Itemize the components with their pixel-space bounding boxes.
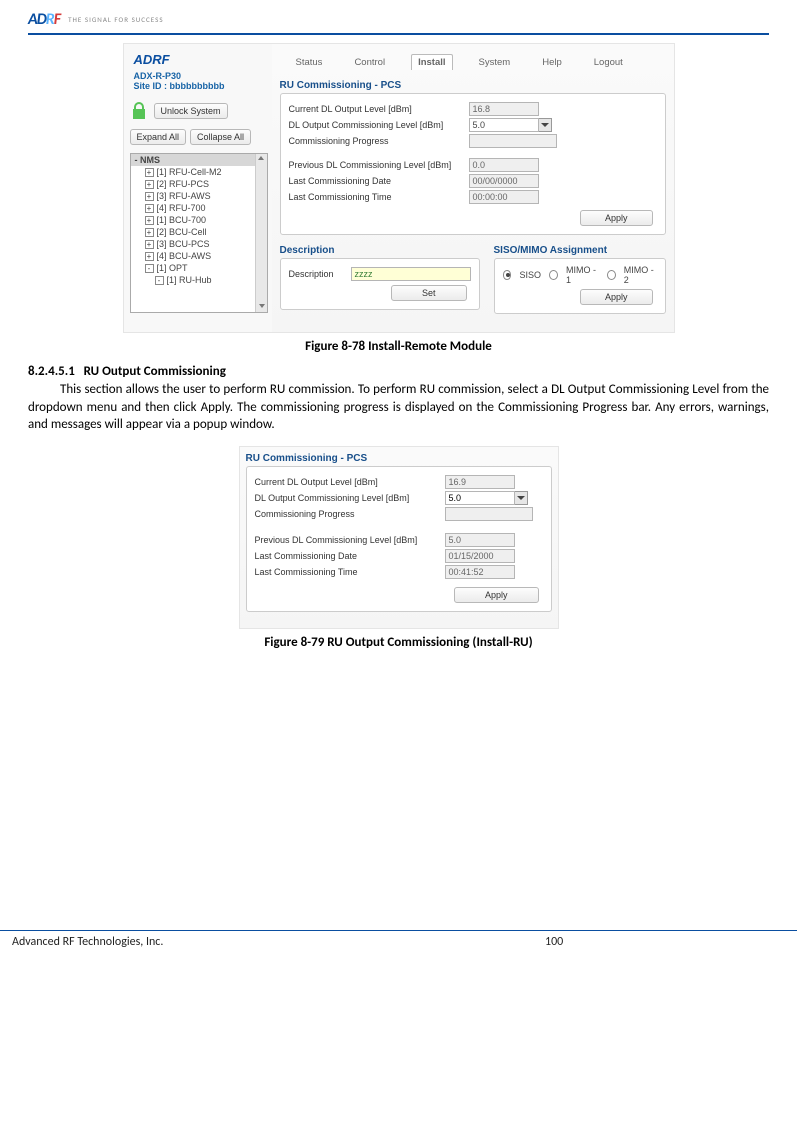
tree-row: +[3] BCU-PCS [131,238,267,250]
label-dl-commission-level: DL Output Commissioning Level [dBm] [255,493,445,503]
set-button[interactable]: Set [391,285,467,301]
expand-all-button[interactable]: Expand All [130,129,187,145]
product-name: ADX-R-P30 [124,71,272,81]
tab-system[interactable]: System [473,55,517,70]
figure-caption-2: Figure 8-79 RU Output Commissioning (Ins… [28,635,769,650]
label-mimo-2: MIMO - 2 [624,265,657,285]
unlock-system-button[interactable]: Unlock System [154,103,228,119]
panel-title: RU Commissioning - PCS [280,78,666,93]
tab-status[interactable]: Status [290,55,329,70]
progress-bar [469,134,557,148]
device-tree: - NMS +[1] RFU-Cell-M2 +[2] RFU-PCS +[3]… [130,153,268,313]
screenshot-ru-output-commissioning: RU Commissioning - PCS Current DL Output… [239,446,559,629]
commissioning-panel: Current DL Output Level [dBm]16.8 DL Out… [280,93,666,235]
apply-siso-button[interactable]: Apply [580,289,653,305]
sidebar-logo: ADRF [124,44,272,71]
label-last-date: Last Commissioning Date [289,176,469,186]
tree-row: +[1] RFU-Cell-M2 [131,166,267,178]
brand-logo: ADRF [28,10,60,29]
apply-button[interactable]: Apply [454,587,539,603]
radio-mimo-2[interactable] [607,270,616,280]
doc-header: ADRF THE SIGNAL FOR SUCCESS [28,10,769,33]
tree-row: +[4] BCU-AWS [131,250,267,262]
page-footer: Advanced RF Technologies, Inc. 100 [0,930,797,969]
radio-siso[interactable] [503,270,512,280]
tab-control[interactable]: Control [348,55,391,70]
collapse-all-button[interactable]: Collapse All [190,129,251,145]
tab-logout[interactable]: Logout [588,55,629,70]
label-progress: Commissioning Progress [289,136,469,146]
section-paragraph: This section allows the user to perform … [28,381,769,434]
select-dl-commission-level[interactable]: 5.0 [445,491,515,505]
tree-collapse-icon[interactable]: - [135,155,138,165]
label-mimo-1: MIMO - 1 [566,265,599,285]
label-description: Description [289,269,351,279]
figure-caption-1: Figure 8-78 Install-Remote Module [28,339,769,354]
site-id: Site ID : bbbbbbbbbb [124,81,272,97]
footer-page-number: 100 [545,935,785,949]
description-panel: Descriptionzzzz Set [280,258,480,310]
sidebar: ADRF ADX-R-P30 Site ID : bbbbbbbbbb Unlo… [124,44,272,332]
label-siso: SISO [519,270,541,280]
label-dl-commission-level: DL Output Commissioning Level [dBm] [289,120,469,130]
scrollbar[interactable] [255,154,267,312]
progress-bar [445,507,533,521]
tree-row: -[1] OPT [131,262,267,274]
main-panel: Status Control Install System Help Logou… [272,44,674,332]
screenshot-install-remote-module: ADRF ADX-R-P30 Site ID : bbbbbbbbbb Unlo… [123,43,675,333]
tab-help[interactable]: Help [536,55,568,70]
label-current-dl: Current DL Output Level [dBm] [289,104,469,114]
tree-row: -[1] RU-Hub [131,274,267,286]
label-prev-dl: Previous DL Commissioning Level [dBm] [289,160,469,170]
value-last-time: 00:41:52 [445,565,515,579]
panel-title: RU Commissioning - PCS [246,451,552,466]
description-input[interactable]: zzzz [351,267,471,281]
tree-row: +[4] RFU-700 [131,202,267,214]
value-current-dl: 16.8 [469,102,539,116]
description-title: Description [280,243,480,258]
section-heading: 8.2.4.5.1 RU Output Commissioning [28,364,769,379]
footer-company: Advanced RF Technologies, Inc. [12,935,545,949]
tree-header: - NMS [131,154,267,166]
tree-row: +[1] BCU-700 [131,214,267,226]
commissioning-panel: Current DL Output Level [dBm]16.9 DL Out… [246,466,552,612]
label-last-date: Last Commissioning Date [255,551,445,561]
label-last-time: Last Commissioning Time [255,567,445,577]
radio-mimo-1[interactable] [549,270,558,280]
chevron-down-icon[interactable] [538,118,552,132]
header-rule [28,33,769,35]
value-prev-dl: 0.0 [469,158,539,172]
value-last-time: 00:00:00 [469,190,539,204]
tab-install[interactable]: Install [411,54,452,70]
apply-button[interactable]: Apply [580,210,653,226]
select-dl-commission-level[interactable]: 5.0 [469,118,539,132]
label-prev-dl: Previous DL Commissioning Level [dBm] [255,535,445,545]
value-current-dl: 16.9 [445,475,515,489]
label-last-time: Last Commissioning Time [289,192,469,202]
chevron-down-icon[interactable] [514,491,528,505]
tree-row: +[3] RFU-AWS [131,190,267,202]
brand-f: F [54,10,60,29]
top-nav: Status Control Install System Help Logou… [280,50,666,78]
lock-icon [130,101,148,121]
label-progress: Commissioning Progress [255,509,445,519]
tree-row: +[2] BCU-Cell [131,226,267,238]
siso-mimo-panel: SISO MIMO - 1 MIMO - 2 Apply [494,258,666,314]
brand-ad: AD [28,10,46,29]
brand-r: R [46,10,54,29]
brand-tagline: THE SIGNAL FOR SUCCESS [68,15,163,24]
tree-row: +[2] RFU-PCS [131,178,267,190]
value-prev-dl: 5.0 [445,533,515,547]
label-current-dl: Current DL Output Level [dBm] [255,477,445,487]
value-last-date: 00/00/0000 [469,174,539,188]
siso-mimo-title: SISO/MIMO Assignment [494,243,666,258]
value-last-date: 01/15/2000 [445,549,515,563]
